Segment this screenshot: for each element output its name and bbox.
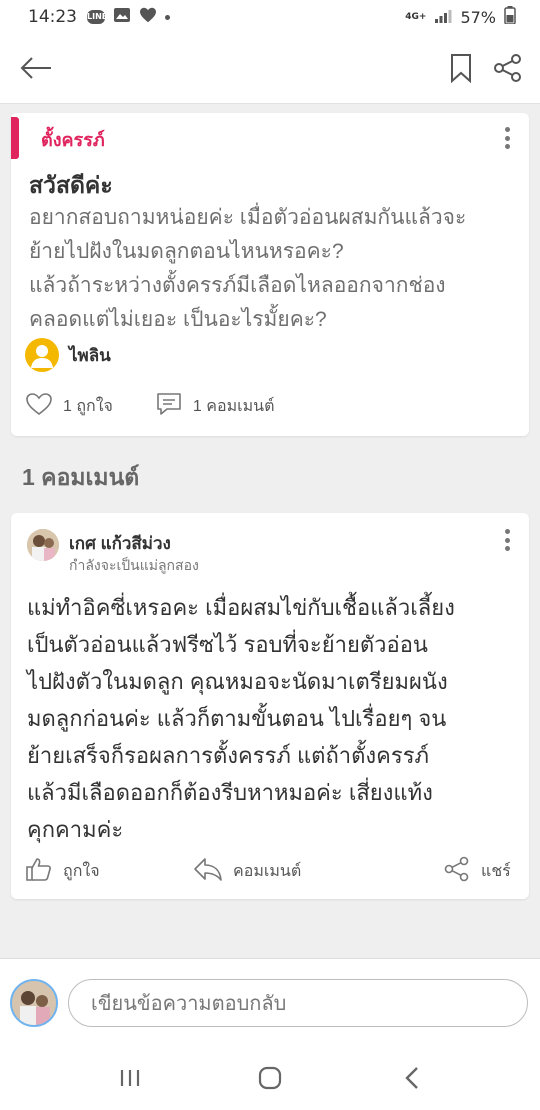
- comment-bubble-icon: [155, 391, 183, 422]
- more-notifications-icon: [165, 14, 170, 20]
- comment-share-label: แชร์: [481, 862, 511, 880]
- top-app-bar: [0, 34, 540, 104]
- post-like-count: 1 ถูกใจ: [63, 398, 113, 415]
- post-card: ตั้งครรภ์ สวัสดีค่ะ อยากสอบถามหน่อยค่ะ เ…: [11, 113, 529, 436]
- battery-icon: [504, 6, 516, 28]
- post-title: สวัสดีค่ะ: [29, 172, 113, 198]
- comment-body-line: แล้วมีเลือดออกก็ต้องรีบหาหมอค่ะ เสี่ยงแท…: [27, 780, 433, 805]
- comment-like-button[interactable]: ถูกใจ: [25, 855, 100, 887]
- share-icon: [443, 856, 471, 887]
- post-actions: 1 ถูกใจ 1 คอมเมนต์: [25, 391, 274, 422]
- system-nav-bar: [0, 1046, 540, 1110]
- back-icon[interactable]: [392, 1060, 432, 1096]
- post-category[interactable]: ตั้งครรภ์: [41, 125, 105, 154]
- commenter-avatar[interactable]: [27, 529, 59, 561]
- notification-icons: LINE: [87, 7, 170, 28]
- reply-bar: เขียนข้อความตอบกลับ: [0, 958, 540, 1046]
- home-icon[interactable]: [250, 1060, 290, 1096]
- post-body-line: ย้ายไปฝังในมดลูกตอนไหนหรอคะ?: [29, 240, 344, 263]
- bookmark-icon[interactable]: [444, 48, 478, 88]
- post-like-button[interactable]: 1 ถูกใจ: [25, 392, 113, 421]
- comments-heading: 1 คอมเมนต์: [22, 464, 140, 490]
- signal-icon: [434, 8, 452, 27]
- thumbs-up-icon: [25, 856, 53, 887]
- commenter-status: กำลังจะเป็นแม่ลูกสอง: [69, 557, 199, 573]
- comment-actions: ถูกใจ คอมเมนต์ แชร์: [25, 855, 519, 887]
- comment-reply-label: คอมเมนต์: [233, 862, 302, 880]
- comment-more-icon[interactable]: [497, 527, 517, 553]
- comment-reply-button[interactable]: คอมเมนต์: [193, 855, 301, 887]
- post-comment-count: 1 คอมเมนต์: [192, 398, 275, 415]
- post-body: อยากสอบถามหน่อยค่ะ เมื่อตัวอ่อนผสมกันแล้…: [29, 201, 519, 337]
- post-body-line: แล้วถ้าระหว่างตั้งครรภ์มีเลือดไหลออกจากช…: [29, 274, 446, 297]
- recent-apps-icon[interactable]: [110, 1060, 150, 1096]
- status-bar: 14:23 LINE 4G+ 57%: [0, 0, 540, 34]
- comment-body-line: แม่ทำอิคซี่เหรอคะ เมื่อผสมไข่กับเชื้อแล้…: [27, 595, 455, 620]
- comment-share-button[interactable]: แชร์: [443, 855, 511, 887]
- post-author[interactable]: ไพลิน: [25, 338, 111, 372]
- comment-card: เกศ แก้วสีม่วง กำลังจะเป็นแม่ลูกสอง แม่ท…: [11, 513, 529, 899]
- line-icon: LINE: [87, 10, 107, 24]
- commenter-name[interactable]: เกศ แก้วสีม่วง: [69, 530, 171, 557]
- post-body-line: อยากสอบถามหน่อยค่ะ เมื่อตัวอ่อนผสมกันแล้…: [29, 206, 467, 229]
- comment-body-line: คุกคามค่ะ: [27, 817, 124, 842]
- category-marker: [11, 117, 19, 159]
- heart-icon: [139, 7, 157, 28]
- status-time: 14:23: [28, 7, 77, 27]
- comment-body-line: ย้ายเสร็จก็รอผลการตั้งครรภ์ แต่ถ้าตั้งคร…: [27, 743, 430, 768]
- reply-arrow-icon: [193, 856, 223, 887]
- post-comment-button[interactable]: 1 คอมเมนต์: [155, 391, 275, 422]
- comment-body-line: ไปฝังตัวในมดลูก คุณหมอจะนัดมาเตรียมผนัง: [27, 669, 448, 694]
- reply-input[interactable]: เขียนข้อความตอบกลับ: [68, 979, 528, 1027]
- comment-body-line: มดลูกก่อนค่ะ แล้วก็ตามขั้นตอน ไปเรื่อยๆ …: [27, 706, 447, 731]
- current-user-avatar: [10, 979, 58, 1027]
- image-icon: [113, 7, 131, 28]
- heart-outline-icon: [25, 392, 53, 421]
- post-author-name: ไพลิน: [69, 345, 111, 365]
- share-icon[interactable]: [488, 48, 528, 88]
- comment-like-label: ถูกใจ: [63, 862, 100, 880]
- back-arrow-icon[interactable]: [14, 48, 58, 88]
- battery-percent: 57%: [460, 7, 496, 27]
- post-body-line: คลอดแต่ไม่เยอะ เป็นอะไรมั้ยคะ?: [29, 308, 327, 331]
- default-avatar-icon: [25, 338, 59, 372]
- comment-body-line: เป็นตัวอ่อนแล้วฟรีซไว้ รอบที่จะย้ายตัวอ่…: [27, 632, 428, 657]
- comment-body: แม่ทำอิคซี่เหรอคะ เมื่อผสมไข่กับเชื้อแล้…: [27, 589, 523, 848]
- post-more-icon[interactable]: [497, 125, 517, 151]
- network-type: 4G+: [405, 11, 427, 22]
